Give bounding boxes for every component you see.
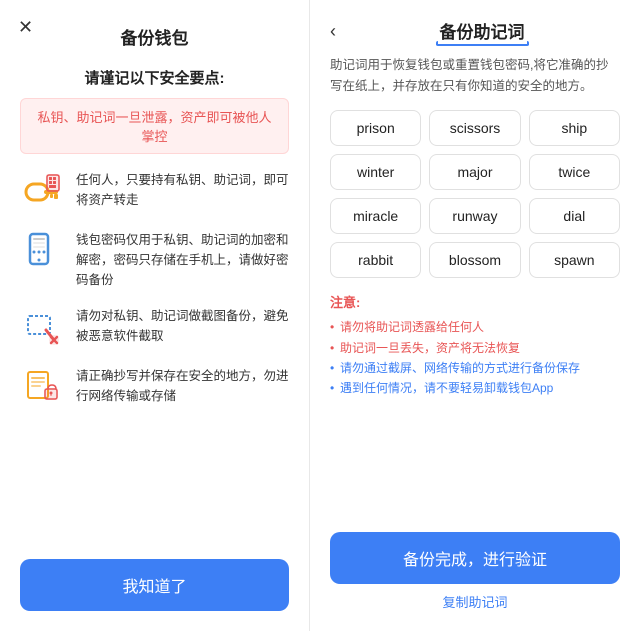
note-item-4: 遇到任何情况，请不要轻易卸载钱包App: [330, 378, 620, 398]
acknowledge-button[interactable]: 我知道了: [20, 559, 289, 611]
note-item-1: 请勿将助记词透露给任何人: [330, 317, 620, 337]
safety-item-phone-text: 钱包密码仅用于私钥、助记词的加密和解密，密码只存储在手机上，请做好密码备份: [76, 230, 289, 290]
mnemonic-word-grid: prisonscissorsship wintermajortwice miracl…: [330, 110, 620, 278]
safety-items-list: 任何人，只要持有私钥、助记词，即可将资产转走 钱包密码仅用于私钥、助记词的加密和…: [20, 170, 289, 410]
mnemonic-word-7: miracle: [330, 198, 421, 234]
key-icon: [20, 170, 64, 214]
warning-banner: 私钥、助记词一旦泄露，资产即可被他人掌控: [20, 98, 289, 154]
right-title: 备份助记词: [440, 18, 525, 43]
safety-item-paper-text: 请正确抄写并保存在安全的地方，勿进行网络传输或存储: [76, 366, 289, 406]
safety-item-phone: 钱包密码仅用于私钥、助记词的加密和解密，密码只存储在手机上，请做好密码备份: [20, 230, 289, 290]
mnemonic-word-11: blossom: [429, 242, 520, 278]
safety-item-screenshot: 请勿对私钥、助记词做截图备份，避免被恶意软件截取: [20, 306, 289, 350]
note-item-2: 助记词一旦丢失，资产将无法恢复: [330, 338, 620, 358]
left-title: 备份钱包: [121, 24, 189, 49]
mnemonic-word-10: rabbit: [330, 242, 421, 278]
left-panel: ✕ 备份钱包 请谨记以下安全要点: 私钥、助记词一旦泄露，资产即可被他人掌控: [0, 0, 310, 631]
mnemonic-word-1: prison: [330, 110, 421, 146]
mnemonic-word-4: winter: [330, 154, 421, 190]
safety-item-paper: 请正确抄写并保存在安全的地方，勿进行网络传输或存储: [20, 366, 289, 410]
mnemonic-word-2: scissors: [429, 110, 520, 146]
mnemonic-word-3: ship: [529, 110, 620, 146]
safety-item-key-text: 任何人，只要持有私钥、助记词，即可将资产转走: [76, 170, 289, 210]
backup-complete-button[interactable]: 备份完成，进行验证: [330, 532, 620, 584]
paper-icon: [20, 366, 64, 410]
right-panel: ‹ 备份助记词 助记词用于恢复钱包或重置钱包密码,将它准确的抄写在纸上，并存放在…: [310, 0, 640, 631]
phone-icon: [20, 230, 64, 274]
notes-section: 注意: 请勿将助记词透露给任何人助记词一旦丢失，资产将无法恢复请勿通过截屏、网络…: [330, 292, 620, 399]
back-button[interactable]: ‹: [330, 22, 336, 40]
right-header: ‹ 备份助记词: [330, 18, 620, 43]
right-title-wrap: 备份助记词: [344, 18, 620, 43]
mnemonic-word-5: major: [429, 154, 520, 190]
close-button[interactable]: ✕: [18, 18, 33, 36]
right-description: 助记词用于恢复钱包或重置钱包密码,将它准确的抄写在纸上，并存放在只有你知道的安全…: [330, 55, 620, 96]
safety-heading: 请谨记以下安全要点:: [85, 67, 225, 88]
mnemonic-word-9: dial: [529, 198, 620, 234]
note-item-3: 请勿通过截屏、网络传输的方式进行备份保存: [330, 358, 620, 378]
notes-list: 请勿将助记词透露给任何人助记词一旦丢失，资产将无法恢复请勿通过截屏、网络传输的方…: [330, 317, 620, 399]
notes-title: 注意:: [330, 292, 620, 311]
safety-item-key: 任何人，只要持有私钥、助记词，即可将资产转走: [20, 170, 289, 214]
safety-item-screenshot-text: 请勿对私钥、助记词做截图备份，避免被恶意软件截取: [76, 306, 289, 346]
copy-mnemonic-link[interactable]: 复制助记词: [330, 592, 620, 611]
mnemonic-word-12: spawn: [529, 242, 620, 278]
mnemonic-word-6: twice: [529, 154, 620, 190]
mnemonic-word-8: runway: [429, 198, 520, 234]
screenshot-icon: [20, 306, 64, 350]
